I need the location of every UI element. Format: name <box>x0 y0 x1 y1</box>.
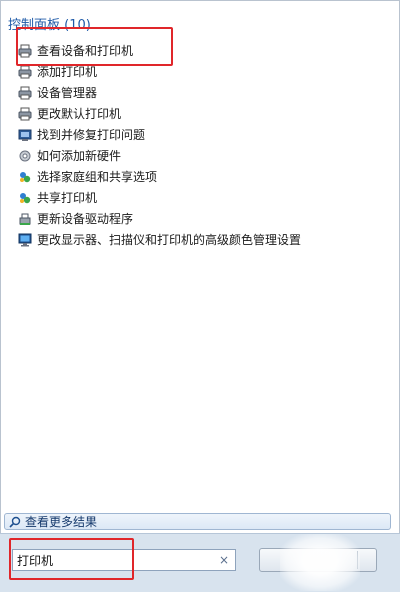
search-input[interactable] <box>17 553 207 567</box>
see-more-results-button[interactable]: 查看更多结果 <box>4 513 391 530</box>
printer-icon <box>18 107 32 120</box>
result-item-update-drivers[interactable]: 更新设备驱动程序 <box>18 208 301 229</box>
result-item-label: 更新设备驱动程序 <box>37 212 134 226</box>
result-item-homegroup-sharing[interactable]: 选择家庭组和共享选项 <box>18 166 301 187</box>
result-item-label: 查看设备和打印机 <box>37 44 134 58</box>
blurred-overlay <box>280 534 360 591</box>
result-item-device-manager[interactable]: 设备管理器 <box>18 82 301 103</box>
see-more-results-label: 查看更多结果 <box>25 515 98 529</box>
clear-search-button[interactable]: × <box>219 553 229 567</box>
result-item-fix-printing[interactable]: 找到并修复打印问题 <box>18 124 301 145</box>
printer-icon <box>18 65 32 78</box>
homegroup-icon <box>20 171 31 182</box>
homegroup-icon <box>20 192 31 203</box>
result-item-label: 更改默认打印机 <box>37 107 122 121</box>
result-item-label: 更改显示器、扫描仪和打印机的高级颜色管理设置 <box>37 233 302 247</box>
printer-icon <box>18 44 32 57</box>
result-item-view-devices-printers[interactable]: 查看设备和打印机 <box>18 40 301 61</box>
result-item-change-default-printer[interactable]: 更改默认打印机 <box>18 103 301 124</box>
result-item-add-hardware[interactable]: 如何添加新硬件 <box>18 145 301 166</box>
result-item-label: 选择家庭组和共享选项 <box>37 170 158 184</box>
result-item-share-printer[interactable]: 共享打印机 <box>18 187 301 208</box>
result-item-label: 添加打印机 <box>37 65 98 79</box>
result-item-label: 找到并修复打印问题 <box>37 128 146 142</box>
section-header: 控制面板 (10) <box>8 18 91 33</box>
search-icon <box>9 516 21 528</box>
device-driver-icon <box>19 213 31 225</box>
results-list: 查看设备和打印机 添加打印机 设备管理器 更改默认打印机 找到并修复打印问题 如… <box>18 40 301 250</box>
result-item-label: 设备管理器 <box>37 86 98 100</box>
result-item-add-printer[interactable]: 添加打印机 <box>18 61 301 82</box>
gear-icon <box>19 150 31 161</box>
result-item-color-management[interactable]: 更改显示器、扫描仪和打印机的高级颜色管理设置 <box>18 229 301 250</box>
printer-icon <box>18 86 32 99</box>
result-item-label: 共享打印机 <box>37 191 98 205</box>
monitor-icon <box>18 233 32 246</box>
troubleshoot-icon <box>18 129 32 141</box>
result-item-label: 如何添加新硬件 <box>37 149 122 163</box>
search-box[interactable]: × <box>12 549 236 571</box>
